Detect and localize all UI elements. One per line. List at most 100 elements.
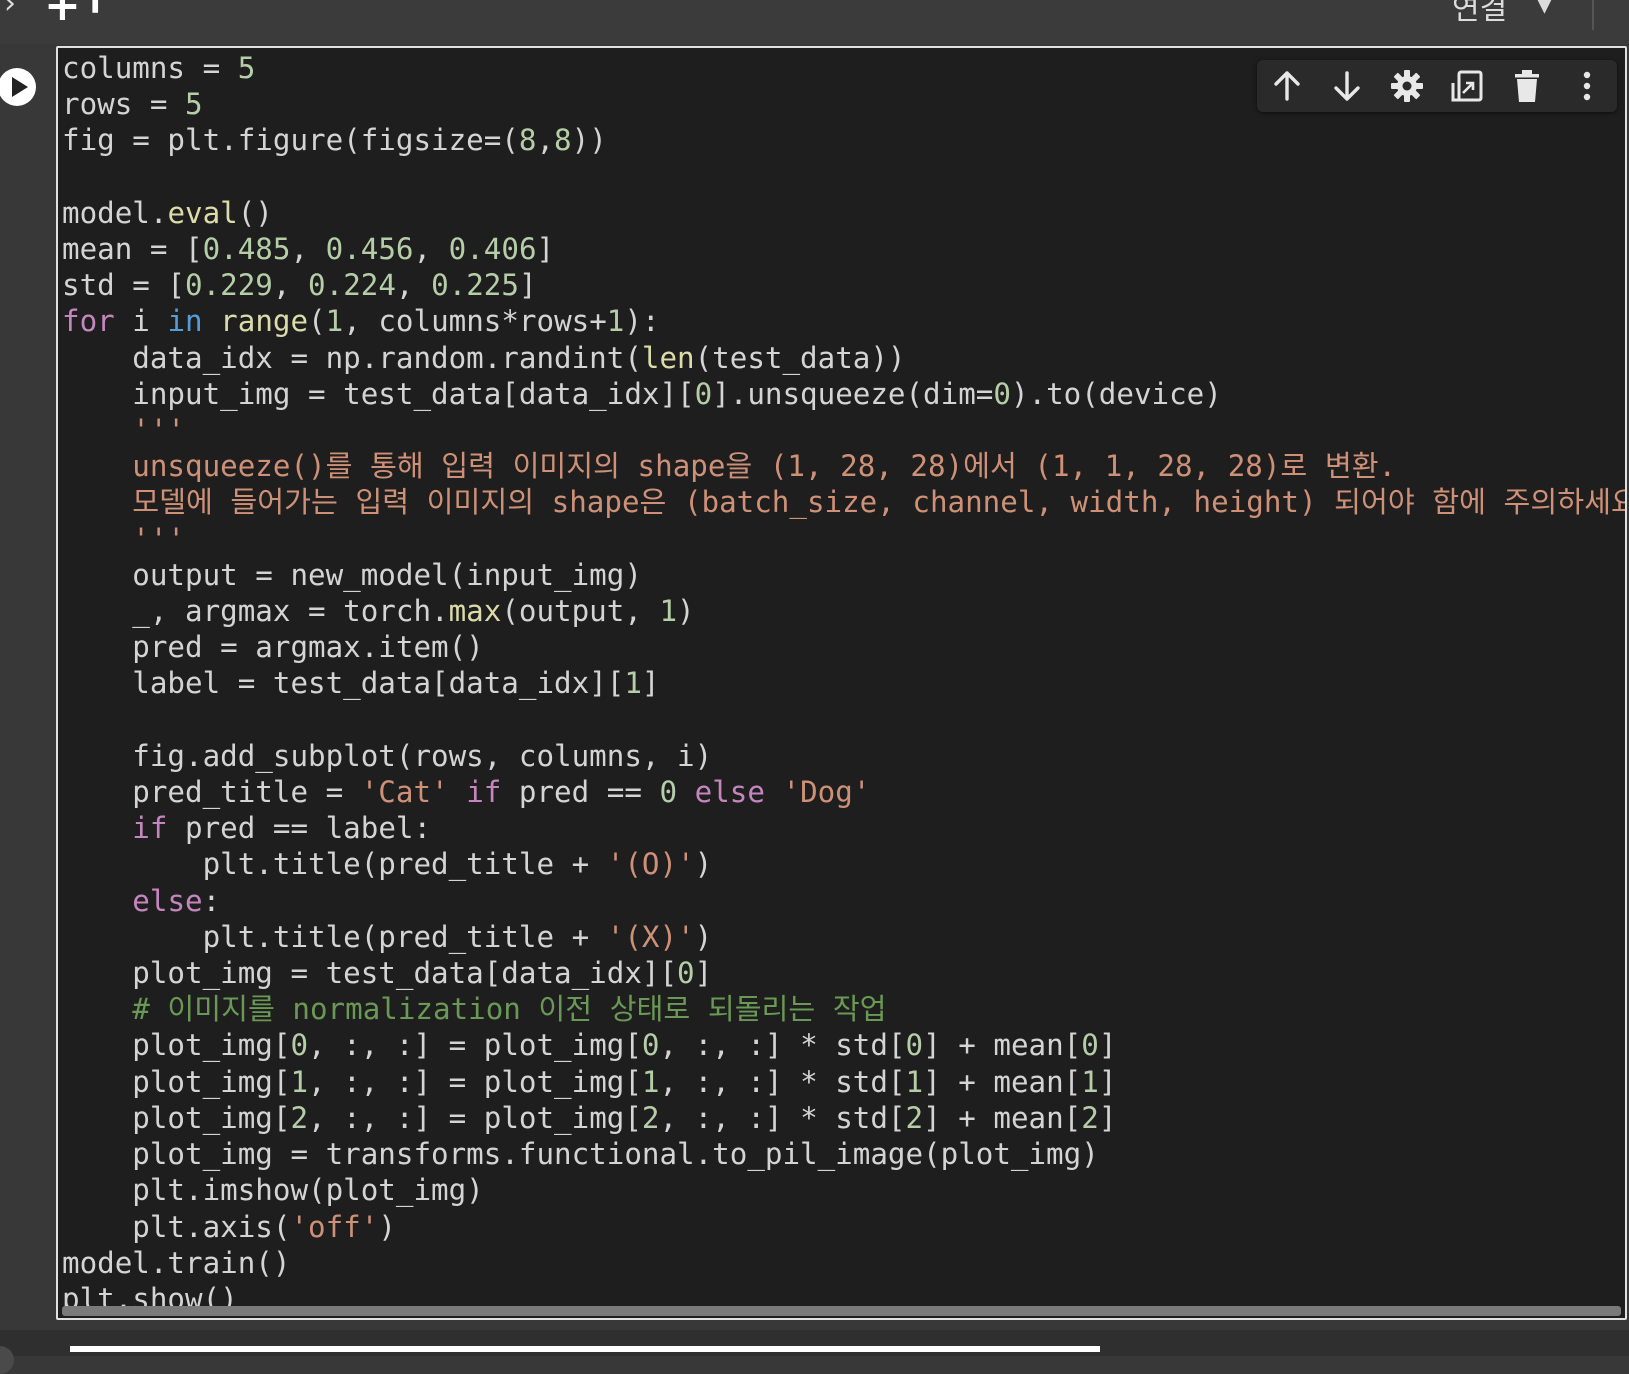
code-line: plt.title(pred_title + '(O)') bbox=[62, 846, 1625, 882]
code-line: _, argmax = torch.max(output, 1) bbox=[62, 593, 1625, 629]
code-token: ).to(device) bbox=[1010, 376, 1222, 411]
code-token: columns = bbox=[62, 51, 238, 85]
code-token: , bbox=[290, 232, 326, 267]
code-token: : bbox=[202, 883, 221, 918]
code-token: i bbox=[114, 304, 168, 339]
code-line: ''' bbox=[62, 412, 1625, 448]
code-token: else bbox=[694, 775, 765, 810]
code-line: model.train() bbox=[62, 1245, 1625, 1281]
code-token: 2 bbox=[641, 1100, 660, 1135]
code-token: ) bbox=[677, 594, 695, 629]
code-token: ] bbox=[694, 956, 713, 991]
code-line: mean = [0.485, 0.456, 0.406] bbox=[62, 231, 1625, 267]
code-line: data_idx = np.random.randint(len(test_da… bbox=[62, 340, 1625, 376]
code-token: input_img = test_data[data_idx][ bbox=[62, 376, 695, 411]
code-token: 0 bbox=[677, 956, 695, 991]
code-token: ] + mean[ bbox=[923, 1100, 1082, 1135]
code-token: len bbox=[641, 340, 695, 375]
add-text-icon[interactable]: T bbox=[85, 0, 105, 21]
connect-button[interactable]: 연결 bbox=[1452, 0, 1507, 28]
code-token: ] bbox=[518, 268, 537, 303]
code-token: '(X)' bbox=[606, 919, 695, 954]
code-token: 2 bbox=[1081, 1100, 1099, 1135]
code-token: ] bbox=[536, 232, 555, 267]
chevron-right-icon[interactable]: › bbox=[4, 0, 16, 21]
code-token: model. bbox=[62, 195, 168, 230]
code-token: 0 bbox=[659, 775, 678, 810]
code-token: ): bbox=[624, 304, 660, 339]
code-token: fig.add_subplot(rows, columns, i) bbox=[62, 738, 713, 773]
code-token: else bbox=[132, 883, 203, 918]
code-token: 1 bbox=[659, 594, 678, 629]
code-token: range bbox=[220, 304, 309, 339]
horizontal-scrollbar[interactable] bbox=[62, 1306, 1621, 1316]
code-token: () bbox=[237, 195, 273, 230]
code-token: mean = [ bbox=[62, 232, 203, 267]
code-line: plt.axis('off') bbox=[62, 1209, 1625, 1245]
code-line: if pred == label: bbox=[62, 810, 1625, 846]
code-token: pred == bbox=[501, 775, 660, 810]
code-token: 1 bbox=[641, 1064, 660, 1099]
code-token: ''' bbox=[62, 521, 186, 556]
delete-trash-icon[interactable] bbox=[1505, 64, 1549, 108]
code-token: 5 bbox=[185, 87, 203, 122]
code-token: , bbox=[413, 232, 449, 267]
code-token: ] bbox=[1098, 1064, 1117, 1099]
code-token: pred_title = bbox=[62, 775, 361, 810]
add-code-icon[interactable]: + bbox=[44, 0, 81, 31]
code-token: , :, :] * std[ bbox=[659, 1028, 906, 1063]
code-token: 0.225 bbox=[431, 268, 519, 303]
notebook-toolbar: › + T 연결 ▼ bbox=[0, 0, 1629, 44]
code-token: _, argmax = torch. bbox=[62, 594, 449, 629]
code-token: 0.406 bbox=[448, 232, 537, 267]
cell-gutter bbox=[0, 44, 56, 1330]
code-token: , bbox=[536, 123, 555, 158]
code-line: fig.add_subplot(rows, columns, i) bbox=[62, 738, 1625, 774]
code-token: 'Dog' bbox=[782, 775, 871, 810]
code-line: 모델에 들어가는 입력 이미지의 shape은 (batch_size, cha… bbox=[62, 484, 1625, 520]
code-token: 8 bbox=[518, 123, 537, 158]
code-token: ] bbox=[1098, 1100, 1117, 1135]
code-line: output = new_model(input_img) bbox=[62, 557, 1625, 593]
code-editor[interactable]: columns = 5 rows = 5 fig = plt.figure(figs… bbox=[62, 50, 1625, 1317]
code-token: data_idx = np.random.randint( bbox=[62, 340, 642, 375]
code-token: model.train() bbox=[62, 1245, 291, 1280]
toolbar-divider bbox=[1592, 0, 1594, 30]
code-token: if bbox=[132, 811, 168, 846]
code-line: pred_title = 'Cat' if pred == 0 else 'Do… bbox=[62, 774, 1625, 810]
code-token: (test_data)) bbox=[694, 340, 906, 375]
code-line: plot_img[0, :, :] = plot_img[0, :, :] * … bbox=[62, 1027, 1625, 1063]
settings-gear-icon[interactable] bbox=[1385, 64, 1429, 108]
more-options-icon[interactable] bbox=[1565, 64, 1609, 108]
code-token: 1 bbox=[606, 304, 625, 339]
next-run-button[interactable] bbox=[0, 1346, 14, 1374]
code-line: input_img = test_data[data_idx][0].unsqu… bbox=[62, 376, 1625, 412]
move-down-icon[interactable] bbox=[1325, 64, 1369, 108]
code-token: unsqueeze()를 통해 입력 이미지의 shape을 (1, 28, 2… bbox=[62, 449, 1397, 484]
code-token: 1 bbox=[325, 304, 344, 339]
code-token: 0.485 bbox=[202, 232, 291, 267]
code-token: , :, :] * std[ bbox=[659, 1100, 906, 1135]
code-token: , :, :] = plot_img[ bbox=[308, 1100, 642, 1135]
chevron-down-icon[interactable]: ▼ bbox=[1536, 0, 1553, 17]
code-token: ] bbox=[641, 666, 660, 701]
code-line: plt.imshow(plot_img) bbox=[62, 1172, 1625, 1208]
code-token: plot_img[ bbox=[62, 1100, 291, 1135]
code-line: model.eval() bbox=[62, 195, 1625, 231]
move-up-icon[interactable] bbox=[1265, 64, 1309, 108]
code-token: ] + mean[ bbox=[923, 1064, 1082, 1099]
code-token: fig = plt.figure(figsize=( bbox=[62, 123, 519, 158]
code-token: if bbox=[466, 775, 502, 810]
mirror-cell-icon[interactable] bbox=[1445, 64, 1489, 108]
code-token: plt.title(pred_title + bbox=[62, 847, 607, 882]
next-cell-top-edge bbox=[70, 1346, 1100, 1352]
code-token: ] bbox=[1098, 1028, 1117, 1063]
code-token: plot_img[ bbox=[62, 1028, 291, 1063]
code-cell[interactable]: columns = 5 rows = 5 fig = plt.figure(figs… bbox=[56, 46, 1627, 1320]
next-cell-area bbox=[0, 1330, 1629, 1374]
code-token: label = test_data[data_idx][ bbox=[62, 666, 625, 701]
